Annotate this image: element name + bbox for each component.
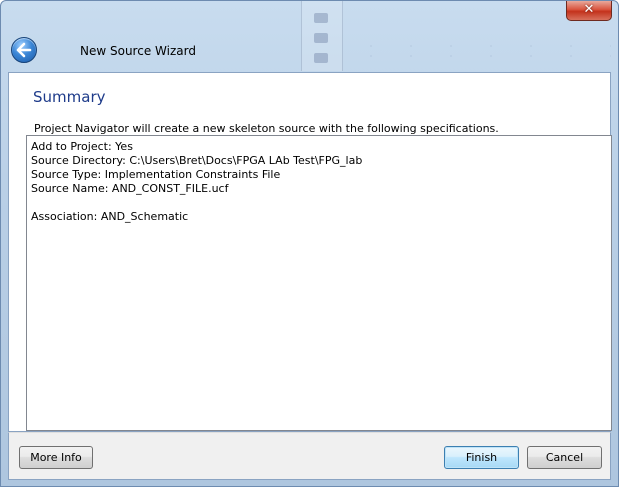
page-title: Summary [33, 88, 106, 106]
finish-button[interactable]: Finish [444, 446, 519, 469]
close-button[interactable]: ✕ [566, 1, 612, 21]
detail-association: Association: AND_Schematic [31, 210, 189, 223]
detail-source-name: Source Name: AND_CONST_FILE.ucf [31, 182, 229, 195]
summary-details-box[interactable]: Add to Project: Yes Source Directory: C:… [26, 135, 612, 431]
back-arrow-icon [16, 42, 32, 58]
wizard-content-panel: Summary Project Navigator will create a … [8, 72, 612, 432]
background-grid-dots [351, 41, 611, 61]
back-button[interactable] [11, 37, 37, 63]
detail-source-type: Source Type: Implementation Constraints … [31, 168, 281, 181]
detail-add-to-project: Add to Project: Yes [31, 140, 133, 153]
ghost-icon [314, 13, 328, 23]
cancel-button[interactable]: Cancel [527, 446, 602, 469]
ghost-icon [314, 33, 328, 43]
more-info-button[interactable]: More Info [19, 446, 93, 469]
intro-text: Project Navigator will create a new skel… [34, 122, 499, 135]
button-bar: More Info Finish Cancel [8, 432, 611, 480]
ghost-icon [314, 53, 328, 63]
close-icon: ✕ [583, 2, 595, 17]
window-title: New Source Wizard [80, 44, 196, 58]
background-window-ghost [301, 1, 343, 71]
detail-source-directory: Source Directory: C:\Users\Bret\Docs\FPG… [31, 154, 363, 167]
